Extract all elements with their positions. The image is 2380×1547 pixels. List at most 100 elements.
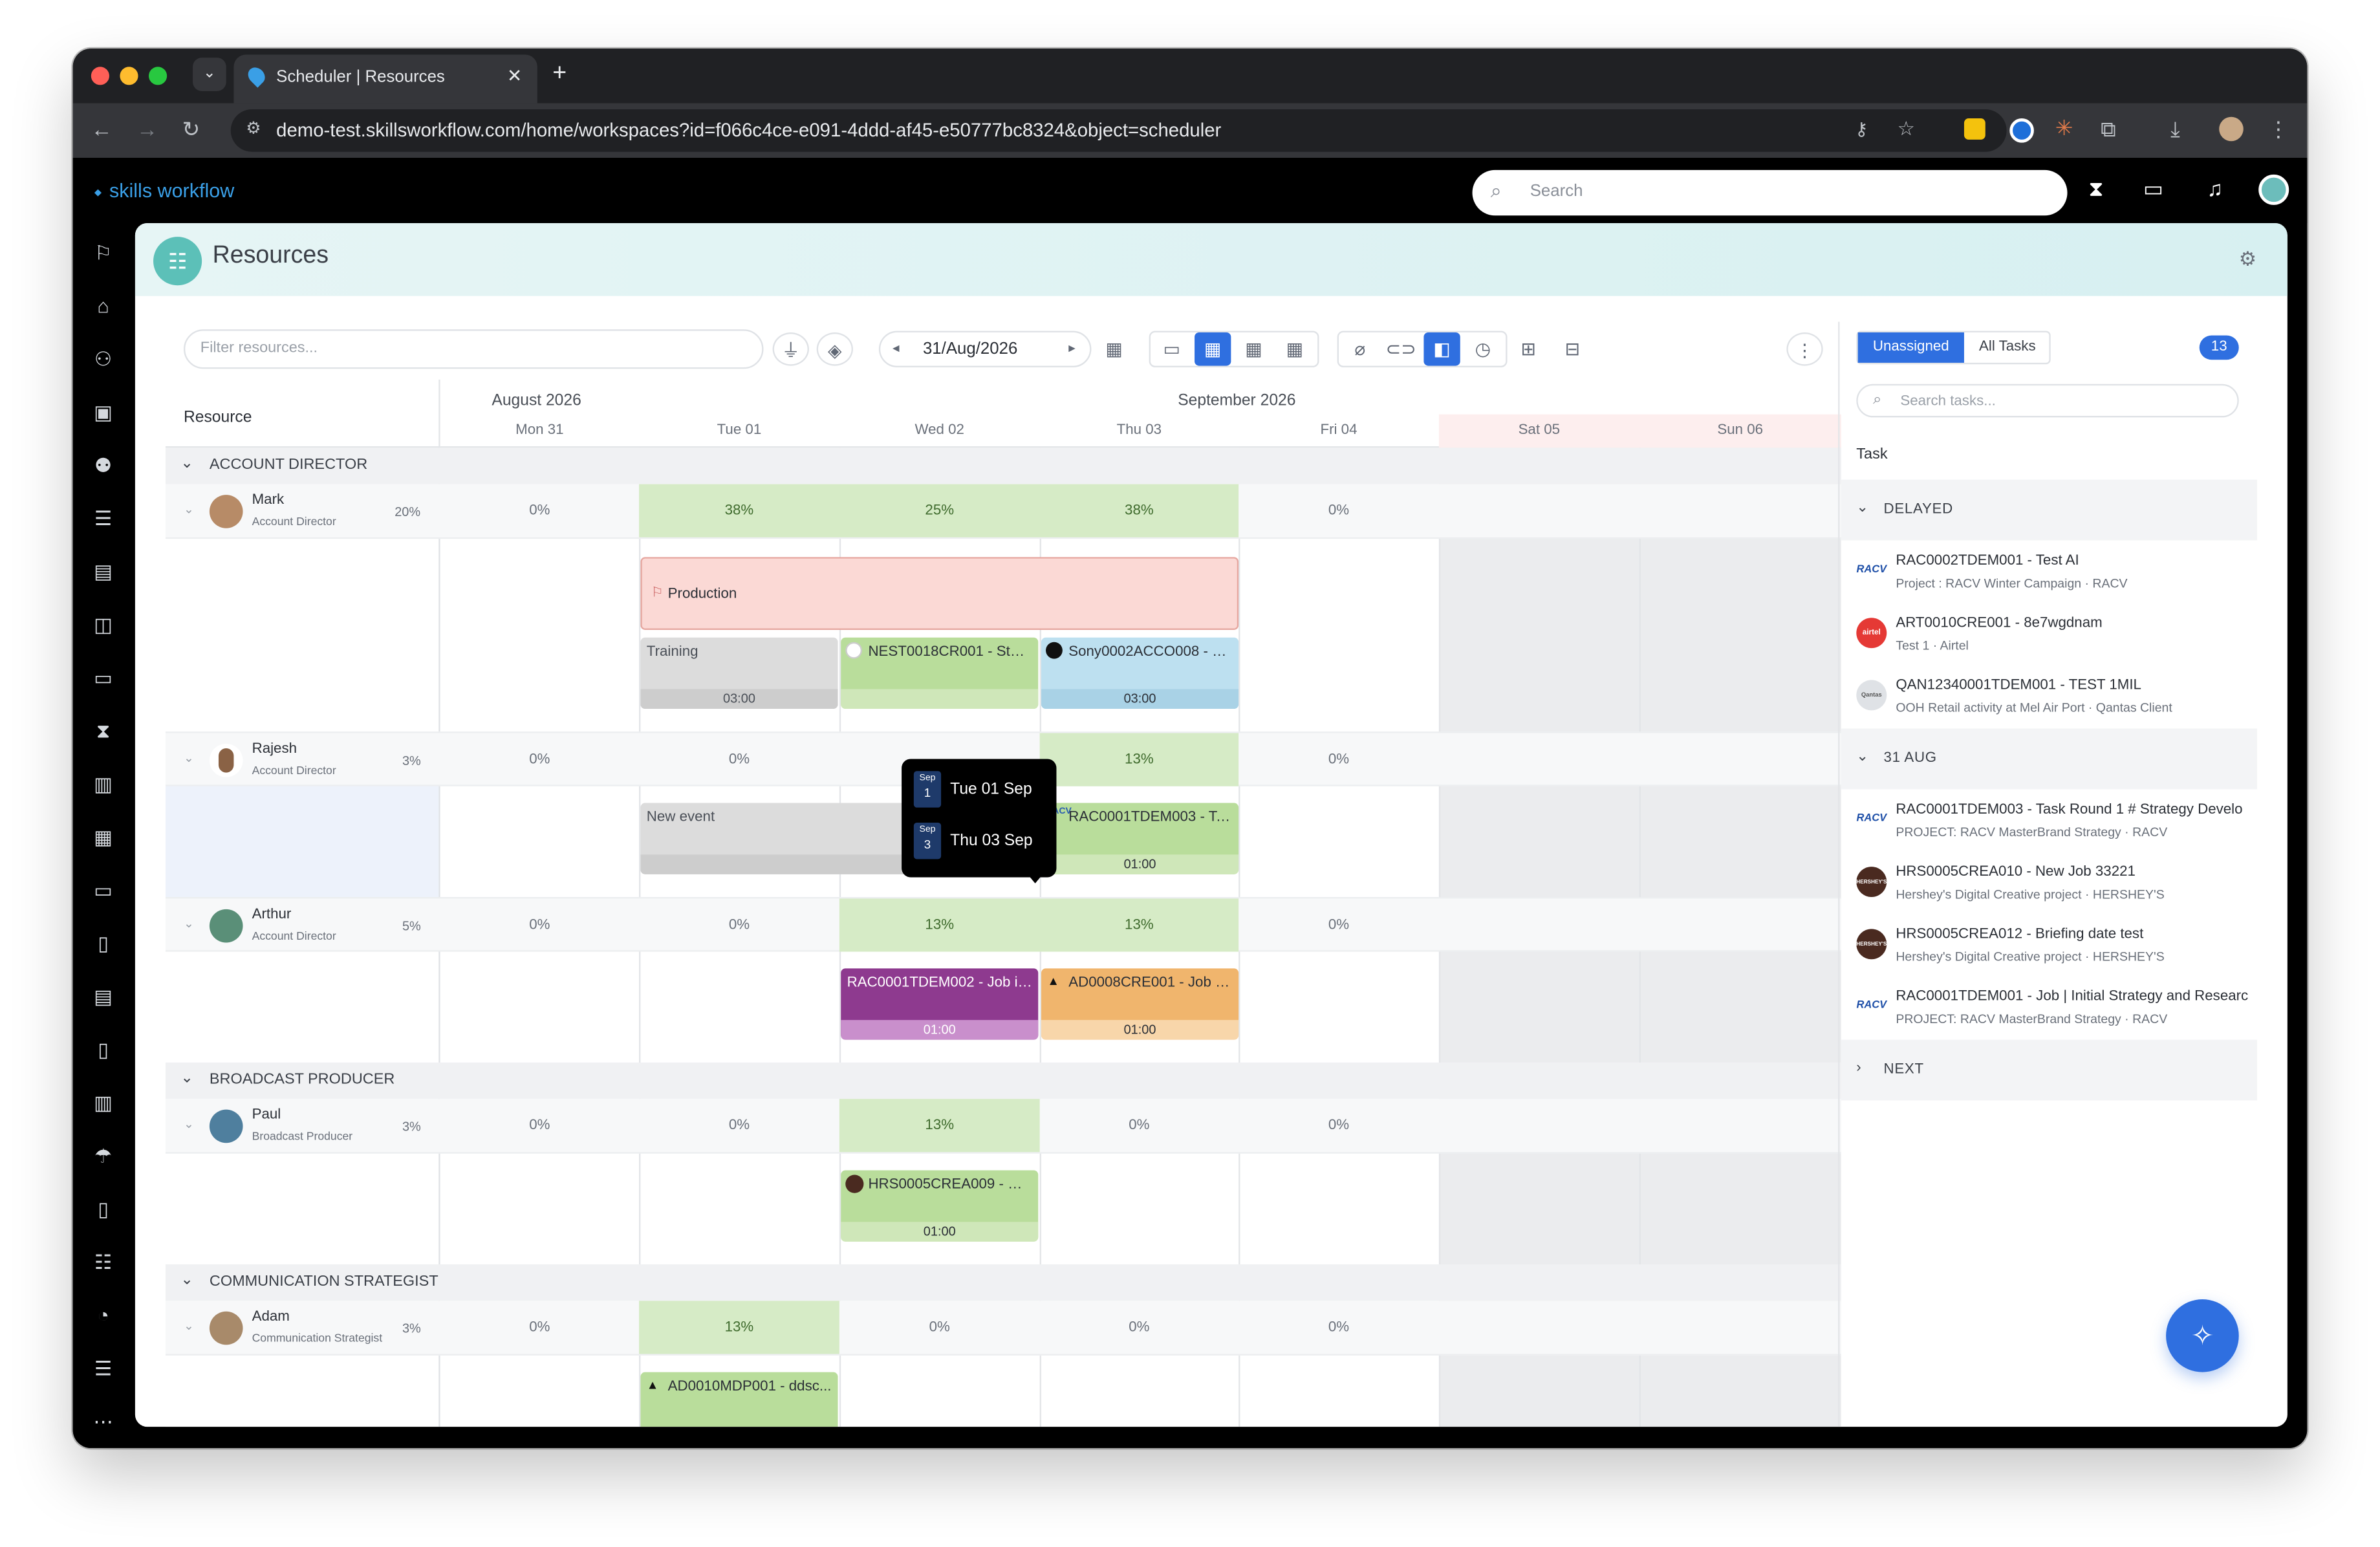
maximize-window-button[interactable] (149, 67, 168, 85)
task-item[interactable]: HERSHEY'S HRS0005CREA010 - New Job 33221… (1841, 858, 2257, 918)
resource-name[interactable]: Paul (252, 1107, 281, 1123)
card-icon[interactable]: ▭ (88, 876, 118, 906)
year-view-icon[interactable]: ▦ (1277, 332, 1313, 366)
more-icon[interactable]: ⋯ (88, 1407, 118, 1438)
search-tasks-input[interactable]: ⌕ Search tasks... (1856, 384, 2239, 418)
expand-all-icon[interactable]: ⊞ (1510, 332, 1546, 366)
event-hrs0005-009[interactable]: HRS0005CREA009 - Ne... 01:00 (841, 1170, 1039, 1242)
clock-icon[interactable]: ◷ (1465, 332, 1501, 366)
layers-icon[interactable]: ◈ (816, 332, 853, 366)
event-training[interactable]: Training 03:00 (640, 637, 838, 709)
password-manager-icon[interactable] (2009, 118, 2034, 143)
password-key-icon[interactable]: ⚷ (1855, 118, 1868, 140)
sparkle-extension-icon[interactable]: ✳ (2055, 115, 2073, 141)
collapse-chevron-icon[interactable]: ⌄ (1856, 499, 1868, 516)
site-settings-icon[interactable]: ⚙ (246, 118, 261, 138)
presentation-icon[interactable]: ◫ (88, 610, 118, 640)
bookmark-icon[interactable]: ⚐ (88, 238, 118, 268)
task-item[interactable]: Qantas QAN12340001TDEM001 - TEST 1MIL OO… (1841, 671, 2257, 731)
event-racv-tdem003[interactable]: RACV RAC0001TDEM003 - Ta... 01:00 (1041, 803, 1239, 874)
invoice-icon[interactable]: ▥ (88, 770, 118, 800)
link-icon[interactable]: ⊂⊃ (1383, 332, 1419, 366)
new-tab-icon[interactable]: + (552, 61, 567, 88)
expand-row-chevron-icon[interactable]: ⌄ (184, 503, 194, 516)
event-production[interactable]: ⚐ Production (640, 557, 1239, 630)
collapse-chevron-icon[interactable]: ⌄ (180, 455, 193, 472)
browser-tab[interactable]: Scheduler | Resources ✕ (233, 54, 537, 103)
minimize-window-button[interactable] (120, 67, 138, 85)
month-view-icon[interactable]: ▦ (1235, 332, 1271, 366)
task-item[interactable]: RACV RAC0001TDEM003 - Task Round 1 # Str… (1841, 795, 2257, 856)
hierarchy-icon[interactable]: ☷ (88, 1248, 118, 1278)
bar-chart-icon[interactable]: ☰ (88, 1354, 118, 1384)
document-icon[interactable]: ▯ (88, 929, 118, 959)
event-nest[interactable]: NEST0018CR001 - Story... (841, 637, 1039, 709)
timer-hourglass-icon[interactable]: ⧗ (2088, 176, 2103, 202)
global-search-input[interactable]: ⌕ Search (1472, 169, 2068, 216)
extensions-puzzle-icon[interactable]: ⧉ (2101, 117, 2115, 143)
back-icon[interactable]: ← (91, 117, 113, 142)
tab-all-tasks[interactable]: All Tasks (1964, 332, 2051, 363)
event-sony[interactable]: Sony0002ACCO008 - 8-... 03:00 (1041, 637, 1239, 709)
collapse-chevron-icon[interactable]: ⌄ (180, 1070, 193, 1087)
close-window-button[interactable] (91, 67, 109, 85)
forward-icon[interactable]: → (136, 117, 158, 142)
resource-name[interactable]: Rajesh (252, 741, 297, 757)
close-tab-icon[interactable]: ✕ (507, 65, 523, 87)
grid-layout-icon[interactable]: ◧ (1423, 332, 1460, 366)
resource-name[interactable]: Mark (252, 492, 285, 508)
task-item[interactable]: HERSHEY'S HRS0005CREA012 - Briefing date… (1841, 920, 2257, 980)
more-options-icon[interactable]: ⋮ (1786, 332, 1823, 366)
ai-assistant-button[interactable]: ✧ (2166, 1299, 2239, 1372)
calculator-icon[interactable]: ▦ (88, 823, 118, 853)
user-avatar[interactable] (2258, 174, 2289, 205)
tab-search-chevron-icon[interactable]: ⌄ (193, 58, 226, 91)
report-icon[interactable]: ▯ (88, 1195, 118, 1225)
expand-row-chevron-icon[interactable]: ⌄ (184, 1319, 194, 1332)
reload-icon[interactable]: ↻ (182, 117, 200, 143)
settings-gear-icon[interactable]: ⚙ (2239, 248, 2256, 272)
brand-logo[interactable]: ⬩ (94, 179, 102, 205)
extension-icon[interactable] (1964, 118, 1985, 140)
group-31-aug[interactable]: ⌄ 31 AUG (1841, 728, 2257, 790)
archive-icon[interactable]: ▤ (88, 982, 118, 1012)
tasks-list-icon[interactable]: ☰ (88, 504, 118, 534)
collapse-chevron-icon[interactable]: ⌄ (180, 1272, 193, 1289)
filter-funnel-icon[interactable]: ⏚ (772, 332, 809, 366)
expand-row-chevron-icon[interactable]: ⌄ (184, 1117, 194, 1130)
expand-chevron-icon[interactable]: › (1856, 1059, 1861, 1076)
resource-name[interactable]: Arthur (252, 906, 292, 923)
date-picker[interactable]: ◂ 31/Aug/2026 ▸ (878, 330, 1092, 367)
expand-row-chevron-icon[interactable]: ⌄ (184, 752, 194, 765)
expand-row-chevron-icon[interactable]: ⌄ (184, 917, 194, 931)
filter-resources-input[interactable]: Filter resources... (183, 329, 764, 369)
download-icon[interactable]: ⤓ (2170, 117, 2180, 143)
group-next[interactable]: › NEXT (1841, 1039, 2257, 1101)
vacation-icon[interactable]: ☂ (88, 1141, 118, 1172)
unlink-icon[interactable]: ⌀ (1342, 332, 1378, 366)
collapse-chevron-icon[interactable]: ⌄ (1856, 748, 1868, 765)
clipboard-icon[interactable]: ▤ (88, 557, 118, 587)
event-ad0008[interactable]: ▲ AD0008CRE001 - Job d... 01:00 (1041, 968, 1239, 1040)
task-item[interactable]: RACV RAC0001TDEM001 - Job | Initial Stra… (1841, 982, 2257, 1043)
chat-icon[interactable]: ▭ (2143, 176, 2163, 202)
receipt-icon[interactable]: ▥ (88, 1088, 118, 1119)
task-item[interactable]: airtel ART0010CRE001 - 8e7wgdnam Test 1 … (1841, 609, 2257, 669)
people-icon[interactable]: ⚇ (88, 345, 118, 375)
event-ad0010[interactable]: ▲ AD0010MDP001 - ddsc... (640, 1372, 838, 1427)
task-item[interactable]: RACV RAC0002TDEM001 - Test AI Project : … (1841, 546, 2257, 607)
file-icon[interactable]: ▯ (88, 1035, 118, 1066)
event-racv-tdem002[interactable]: RAC0001TDEM002 - Job in ... 01:00 (841, 968, 1039, 1040)
hourglass-icon[interactable]: ⧗ (88, 717, 118, 747)
address-bar[interactable]: ⚙ demo-test.skillsworkflow.com/home/work… (230, 109, 2007, 152)
collapse-all-icon[interactable]: ⊟ (1554, 332, 1590, 366)
week-view-icon[interactable]: ▦ (1195, 332, 1231, 366)
calendar-picker-icon[interactable]: ▦ (1096, 332, 1132, 366)
prev-day-icon[interactable]: ◂ (892, 340, 900, 357)
day-view-icon[interactable]: ▭ (1154, 332, 1190, 366)
menu-kebab-icon[interactable]: ⋮ (2267, 117, 2289, 143)
resource-name[interactable]: Adam (252, 1308, 290, 1325)
group-row-account-director[interactable]: ⌄ ACCOUNT DIRECTOR (165, 448, 1841, 484)
bookmark-star-icon[interactable]: ☆ (1898, 117, 1915, 142)
next-day-icon[interactable]: ▸ (1068, 340, 1076, 357)
